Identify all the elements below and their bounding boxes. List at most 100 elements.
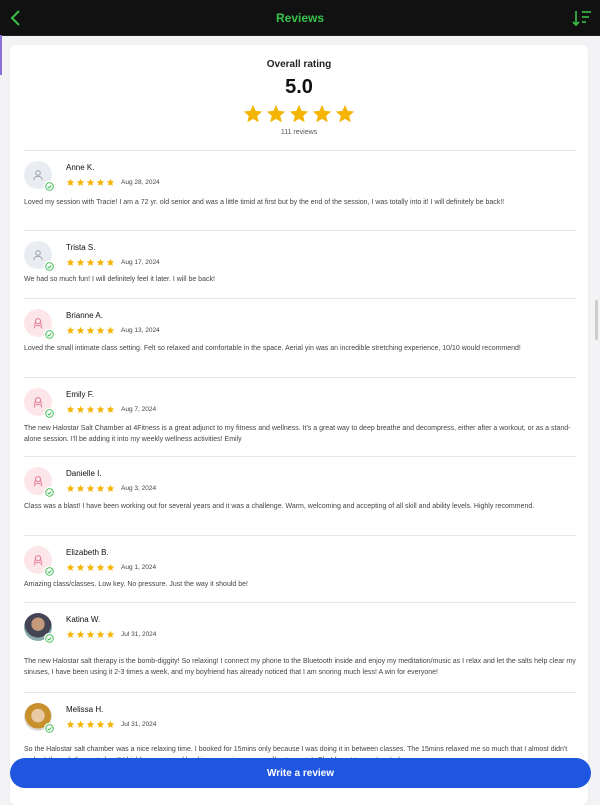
female-user-icon	[33, 397, 43, 408]
verified-badge	[44, 487, 54, 497]
review-date: Aug 7, 2024	[121, 406, 157, 413]
check-circle-icon	[44, 566, 54, 576]
star-icon	[86, 326, 95, 334]
avatar	[24, 613, 54, 643]
check-circle-icon	[44, 487, 54, 497]
review-date: Aug 1, 2024	[121, 564, 157, 571]
review-text: Loved my session with Tracie! I am a 72 …	[24, 199, 505, 206]
review-date: Aug 3, 2024	[121, 485, 157, 492]
avatar	[24, 309, 54, 339]
page-title: Reviews	[275, 10, 325, 25]
reviewer-name: Elizabeth B.	[66, 548, 109, 557]
verified-badge	[44, 408, 54, 418]
reviewer-name: Trista S.	[66, 243, 96, 252]
reviewer-name: Emily F.	[66, 390, 94, 399]
review-date: Aug 28, 2024	[121, 179, 160, 186]
star-icon	[76, 484, 85, 492]
write-review-button[interactable]: Write a review	[10, 758, 591, 788]
star-icon	[66, 484, 75, 492]
check-circle-icon	[44, 723, 54, 733]
star-icon	[243, 104, 263, 123]
review-text: Amazing class/classes. Low key. No press…	[24, 581, 248, 588]
verified-badge	[44, 261, 54, 271]
review-rating: Aug 28, 2024	[66, 178, 160, 187]
star-icon	[106, 720, 115, 728]
star-icon	[66, 326, 75, 334]
star-icon	[289, 104, 309, 123]
avatar	[24, 703, 54, 733]
review-rating: Jul 31, 2024	[66, 720, 156, 729]
verified-badge	[44, 633, 54, 643]
user-icon	[33, 170, 43, 181]
scrollbar[interactable]	[595, 300, 598, 340]
review-item: Katina W. Jul 31, 2024 The new Halostar sa…	[24, 602, 576, 693]
star-icon	[76, 630, 85, 638]
review-date: Jul 31, 2024	[121, 721, 157, 728]
reviewer-name: Brianne A.	[66, 311, 103, 320]
review-rating: Jul 31, 2024	[66, 630, 156, 639]
star-icon	[76, 258, 85, 266]
star-icon	[266, 104, 286, 123]
star-icon	[66, 258, 75, 266]
verified-badge	[44, 566, 54, 576]
review-item: Trista S. Aug 17, 2024 We had so much fun!…	[24, 230, 576, 299]
avatar	[24, 388, 54, 418]
avatar	[24, 546, 54, 576]
reviewer-name: Melissa H.	[66, 705, 104, 714]
star-icon	[96, 720, 105, 728]
review-rating: Aug 1, 2024	[66, 563, 156, 572]
star-icon	[86, 563, 95, 571]
sort-descending-icon[interactable]	[572, 9, 592, 27]
review-item: Anne K. Aug 28, 2024 Loved my session with…	[24, 150, 576, 231]
avatar	[24, 241, 54, 271]
review-text: The new Halostar Salt Chamber at 4Fitnes…	[24, 425, 571, 443]
star-icon	[86, 405, 95, 413]
overall-rating-stars	[10, 103, 588, 125]
star-icon	[335, 104, 355, 123]
reviews-card: Overall rating 5.0 111 reviews Anne K. Au…	[10, 45, 588, 805]
review-rating: Aug 17, 2024	[66, 258, 160, 267]
star-icon	[86, 720, 95, 728]
review-item: Melissa H. Jul 31, 2024 So the Halostar sa…	[24, 692, 576, 805]
check-circle-icon	[44, 408, 54, 418]
review-item: Elizabeth B. Aug 1, 2024 Amazing class/cla…	[24, 535, 576, 603]
check-circle-icon	[44, 633, 54, 643]
star-icon	[66, 630, 75, 638]
star-icon	[76, 405, 85, 413]
side-accent	[0, 35, 2, 75]
avatar	[24, 467, 54, 497]
star-icon	[96, 484, 105, 492]
verified-badge	[44, 329, 54, 339]
verified-badge	[44, 723, 54, 733]
review-item: Danielle I. Aug 3, 2024 Class was a blast!…	[24, 456, 576, 536]
star-icon	[76, 563, 85, 571]
star-icon	[96, 630, 105, 638]
star-icon	[106, 563, 115, 571]
review-text: The new Halostar salt therapy is the bom…	[24, 658, 576, 676]
reviewer-name: Katina W.	[66, 615, 101, 624]
review-date: Aug 17, 2024	[121, 259, 160, 266]
chevron-left-icon[interactable]	[8, 9, 24, 27]
check-circle-icon	[44, 181, 54, 191]
review-date: Aug 13, 2024	[121, 327, 160, 334]
star-icon	[76, 326, 85, 334]
review-item: Brianne A. Aug 13, 2024 Loved the small in…	[24, 298, 576, 378]
avatar	[24, 161, 54, 191]
rating-summary: Overall rating 5.0 111 reviews	[10, 45, 588, 151]
star-icon	[106, 178, 115, 186]
star-icon	[66, 563, 75, 571]
female-user-icon	[33, 476, 43, 487]
female-user-icon	[33, 318, 43, 329]
reviewer-name: Danielle I.	[66, 469, 102, 478]
review-rating: Aug 7, 2024	[66, 405, 156, 414]
star-icon	[76, 720, 85, 728]
review-text: Loved the small intimate class setting. …	[24, 345, 521, 352]
star-icon	[106, 258, 115, 266]
star-icon	[66, 720, 75, 728]
star-icon	[86, 178, 95, 186]
review-date: Jul 31, 2024	[121, 631, 157, 638]
star-icon	[66, 405, 75, 413]
check-circle-icon	[44, 261, 54, 271]
review-text: Class was a blast! I have been working o…	[24, 503, 535, 510]
overall-rating-label: Overall rating	[266, 59, 332, 70]
